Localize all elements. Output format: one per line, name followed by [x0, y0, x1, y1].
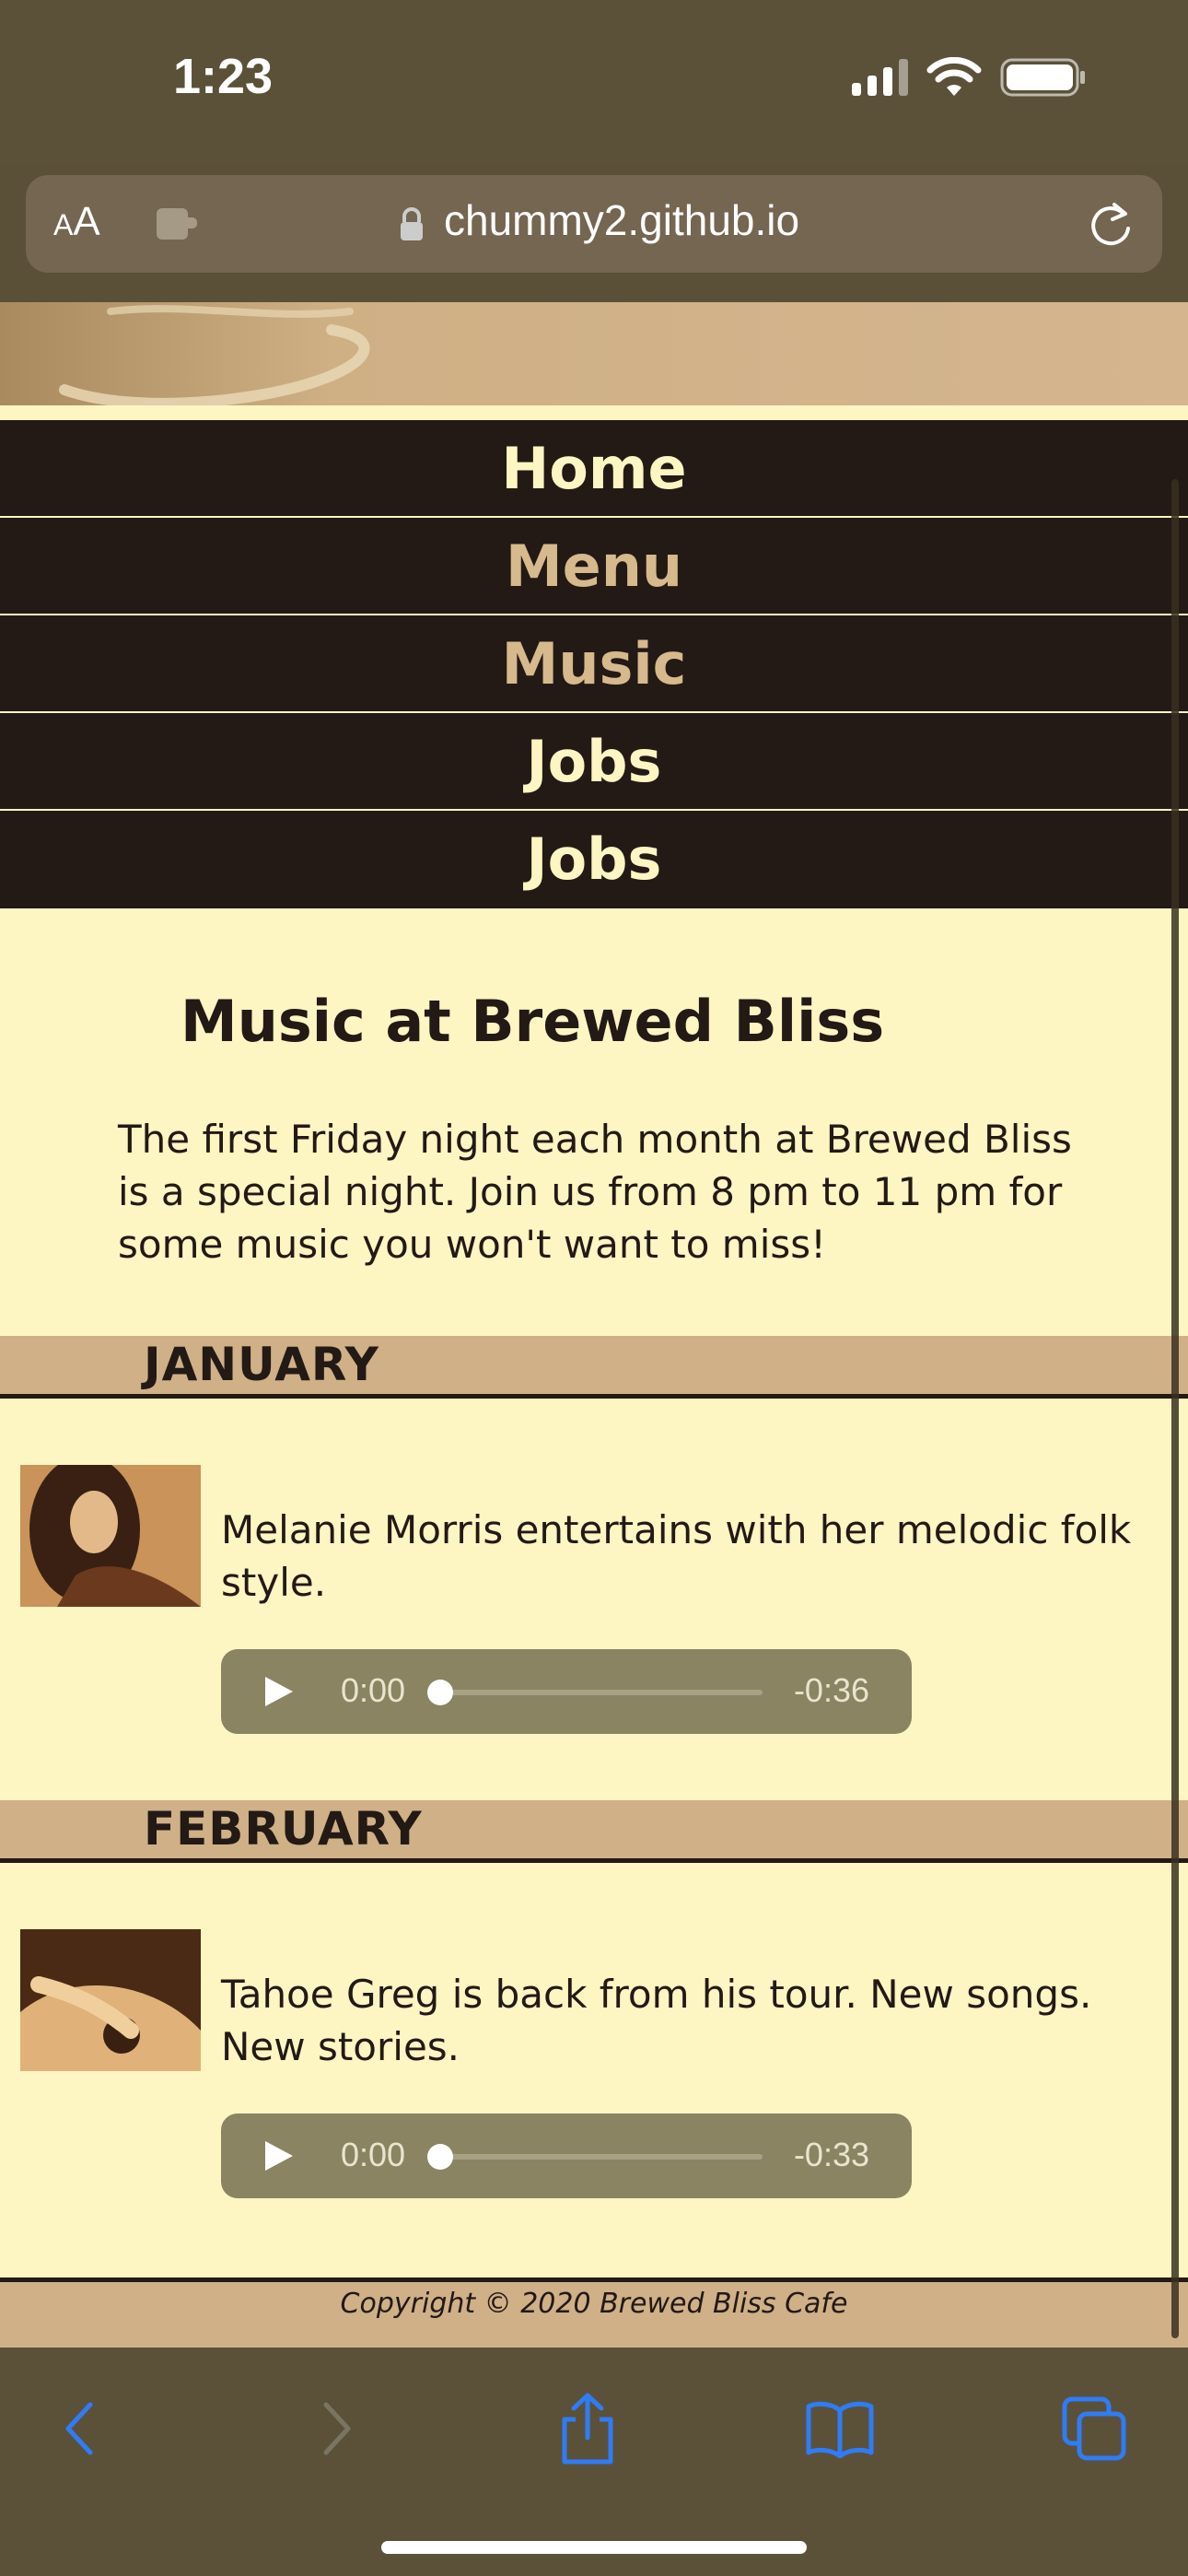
- status-bar: 1:23: [0, 0, 1188, 166]
- back-button[interactable]: [42, 2392, 116, 2465]
- audio-remaining-time: -0:33: [793, 2136, 869, 2173]
- play-icon[interactable]: [263, 2139, 295, 2172]
- address-bar[interactable]: AAAA chummy2.github.io: [26, 175, 1162, 273]
- url-text[interactable]: chummy2.github.io: [444, 195, 799, 245]
- bookmarks-button[interactable]: [803, 2392, 877, 2465]
- chevron-right-icon: [323, 2402, 351, 2455]
- intro-text: The first Friday night each month at Bre…: [118, 1117, 1072, 1267]
- web-page: Home Menu Music Jobs Jobs Music at Brewe…: [0, 302, 1188, 2348]
- forward-button[interactable]: [300, 2392, 374, 2465]
- home-indicator: [381, 2541, 807, 2554]
- artist-description: Melanie Morris entertains with her melod…: [221, 1507, 1132, 1605]
- chevron-left-icon: [65, 2402, 93, 2455]
- reload-icon[interactable]: [1087, 199, 1135, 251]
- cellular-signal-icon: [852, 59, 908, 96]
- tabs-button[interactable]: [1057, 2392, 1131, 2465]
- wifi-icon: [926, 57, 982, 96]
- nav-jobs[interactable]: Jobs: [0, 713, 1188, 811]
- nav-menu[interactable]: Menu: [0, 518, 1188, 615]
- page-scrollbar[interactable]: [1171, 479, 1179, 2338]
- status-icons: [852, 57, 1087, 98]
- main-nav: Home Menu Music Jobs Jobs: [0, 420, 1188, 908]
- battery-icon: [1000, 58, 1085, 97]
- artist-description: Tahoe Greg is back from his tour. New so…: [221, 1972, 1092, 2069]
- audio-current-time: 0:00: [341, 1671, 406, 1709]
- copyright-text: Copyright © 2020 Brewed Bliss Cafe: [340, 2288, 848, 2320]
- page-title: Music at Brewed Bliss: [181, 988, 885, 1055]
- share-icon: [562, 2393, 613, 2465]
- month-label: FEBRUARY: [144, 1802, 423, 1856]
- status-time: 1:23: [173, 49, 274, 104]
- nav-home[interactable]: Home: [0, 420, 1188, 518]
- lock-icon: [401, 207, 423, 240]
- audio-player[interactable]: 0:00 -0:33: [221, 2113, 912, 2198]
- banner-divider: [0, 405, 1188, 420]
- audio-seek-track[interactable]: [440, 1690, 763, 1695]
- month-band-february: FEBRUARY: [0, 1800, 1188, 1863]
- play-icon[interactable]: [263, 1675, 295, 1708]
- share-button[interactable]: [551, 2392, 624, 2465]
- audio-player[interactable]: 0:00 -0:36: [221, 1649, 912, 1734]
- text-size-button[interactable]: AAAA: [53, 199, 100, 245]
- audio-current-time: 0:00: [341, 2136, 406, 2173]
- artist-photo-tahoe-greg: [20, 1929, 201, 2071]
- nav-music[interactable]: Music: [0, 615, 1188, 713]
- extension-icon[interactable]: [155, 205, 201, 243]
- nav-jobs-2[interactable]: Jobs: [0, 811, 1188, 908]
- header-banner-image: [0, 302, 1188, 405]
- month-label: JANUARY: [144, 1338, 379, 1391]
- audio-seek-knob[interactable]: [427, 2144, 453, 2170]
- artist-photo-melanie: [20, 1465, 201, 1607]
- audio-seek-knob[interactable]: [427, 1680, 453, 1705]
- book-icon: [806, 2401, 874, 2458]
- tabs-icon: [1062, 2396, 1126, 2461]
- audio-remaining-time: -0:36: [793, 1671, 869, 1709]
- coffee-swirl-graphic: [59, 305, 370, 405]
- footer: Copyright © 2020 Brewed Bliss Cafe: [0, 2277, 1188, 2348]
- audio-seek-track[interactable]: [440, 2154, 763, 2160]
- month-band-january: JANUARY: [0, 1336, 1188, 1399]
